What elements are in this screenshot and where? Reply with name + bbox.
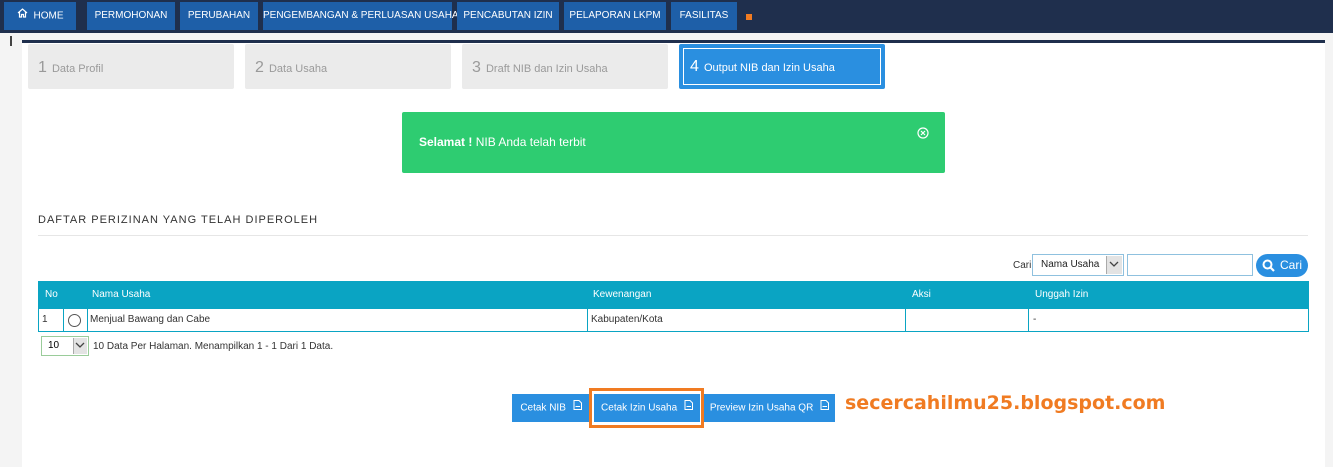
per-page-value: 10 (48, 340, 60, 351)
step-output-nib[interactable]: 4 Output NIB dan Izin Usaha (679, 44, 885, 89)
nav-perubahan[interactable]: PERUBAHAN (180, 2, 258, 30)
nav-fasilitas[interactable]: FASILITAS (671, 2, 737, 30)
chevron-down-icon (1106, 256, 1122, 274)
step-label: Data Usaha (268, 63, 328, 75)
step-number: 4 (690, 58, 699, 75)
watermark-text: secercahilmu25.blogspot.com (845, 392, 1166, 414)
nav-permohonan[interactable]: PERMOHONAN (87, 2, 175, 30)
pdf-file-icon (820, 394, 830, 422)
home-icon (17, 2, 28, 30)
cell-unggah-izin: - (1033, 314, 1037, 325)
search-button-label: Cari (1280, 258, 1303, 272)
top-navbar: HOME PERMOHONAN PERUBAHAN PENGEMBANGAN &… (0, 0, 1333, 33)
cetak-nib-button[interactable]: Cetak NIB (512, 394, 590, 422)
cell-divider (1028, 309, 1029, 331)
row-radio[interactable] (68, 314, 81, 327)
search-field-select[interactable]: Nama Usaha (1032, 254, 1124, 276)
table-header: No Nama Usaha Kewenangan Aksi Unggah Izi… (38, 281, 1309, 308)
table-row[interactable]: 1 Menjual Bawang dan Cabe Kabupaten/Kota… (38, 308, 1309, 332)
search-button[interactable]: Cari (1256, 254, 1308, 277)
step-draft-nib[interactable]: 3 Draft NIB dan Izin Usaha (462, 44, 668, 89)
pagination-info: 10 Data Per Halaman. Menampilkan 1 - 1 D… (93, 341, 334, 352)
col-nama-usaha: Nama Usaha (92, 289, 151, 300)
cetak-nib-label: Cetak NIB (520, 402, 566, 414)
pdf-file-icon (573, 394, 582, 422)
alert-text: NIB Anda telah terbit (472, 135, 586, 149)
col-no: No (45, 289, 58, 300)
nav-pengembangan[interactable]: PENGEMBANGAN & PERLUASAN USAHA (263, 2, 459, 30)
nav-indicator-dot (746, 14, 752, 20)
cell-no: 1 (42, 314, 48, 325)
step-label: Output NIB dan Izin Usaha (703, 62, 835, 74)
nav-pencabutan-izin[interactable]: PENCABUTAN IZIN (457, 2, 559, 30)
cell-kewenangan: Kabupaten/Kota (591, 314, 663, 325)
left-marker (10, 36, 12, 46)
step-active-frame: 4 Output NIB dan Izin Usaha (683, 48, 881, 85)
cell-divider (905, 309, 906, 331)
step-number: 3 (472, 59, 481, 76)
panel-top-border (22, 40, 1325, 43)
cell-nama-usaha: Menjual Bawang dan Cabe (90, 314, 211, 325)
search-label: Cari (1013, 260, 1032, 271)
close-circle-icon[interactable] (917, 127, 929, 139)
cell-divider (87, 309, 88, 331)
preview-izin-qr-label: Preview Izin Usaha QR (709, 402, 814, 414)
step-data-profil[interactable]: 1 Data Profil (28, 44, 234, 89)
step-number: 2 (255, 59, 264, 76)
col-aksi: Aksi (912, 289, 931, 300)
step-label: Data Profil (51, 63, 104, 75)
section-title: DAFTAR PERIZINAN YANG TELAH DIPEROLEH (38, 214, 319, 226)
search-input[interactable] (1127, 254, 1253, 276)
step-label: Draft NIB dan Izin Usaha (485, 63, 608, 75)
cell-divider (587, 309, 588, 331)
col-unggah-izin: Unggah Izin (1035, 289, 1089, 300)
col-kewenangan: Kewenangan (593, 289, 652, 300)
per-page-select[interactable]: 10 (41, 336, 89, 356)
success-alert: Selamat ! NIB Anda telah terbit (402, 112, 945, 173)
step-data-usaha[interactable]: 2 Data Usaha (245, 44, 451, 89)
cell-divider (63, 309, 64, 331)
nav-pelaporan-lkpm[interactable]: PELAPORAN LKPM (564, 2, 666, 30)
chevron-down-icon (73, 338, 87, 354)
nav-home[interactable]: HOME (4, 2, 76, 30)
preview-izin-qr-button[interactable]: Preview Izin Usaha QR (704, 394, 835, 422)
search-field-value: Nama Usaha (1041, 259, 1100, 270)
step-number: 1 (38, 59, 47, 76)
section-divider (38, 235, 1308, 236)
nav-home-label: HOME (33, 10, 64, 22)
highlight-box (589, 388, 704, 428)
search-icon (1262, 259, 1275, 272)
alert-strong: Selamat ! (419, 135, 473, 149)
